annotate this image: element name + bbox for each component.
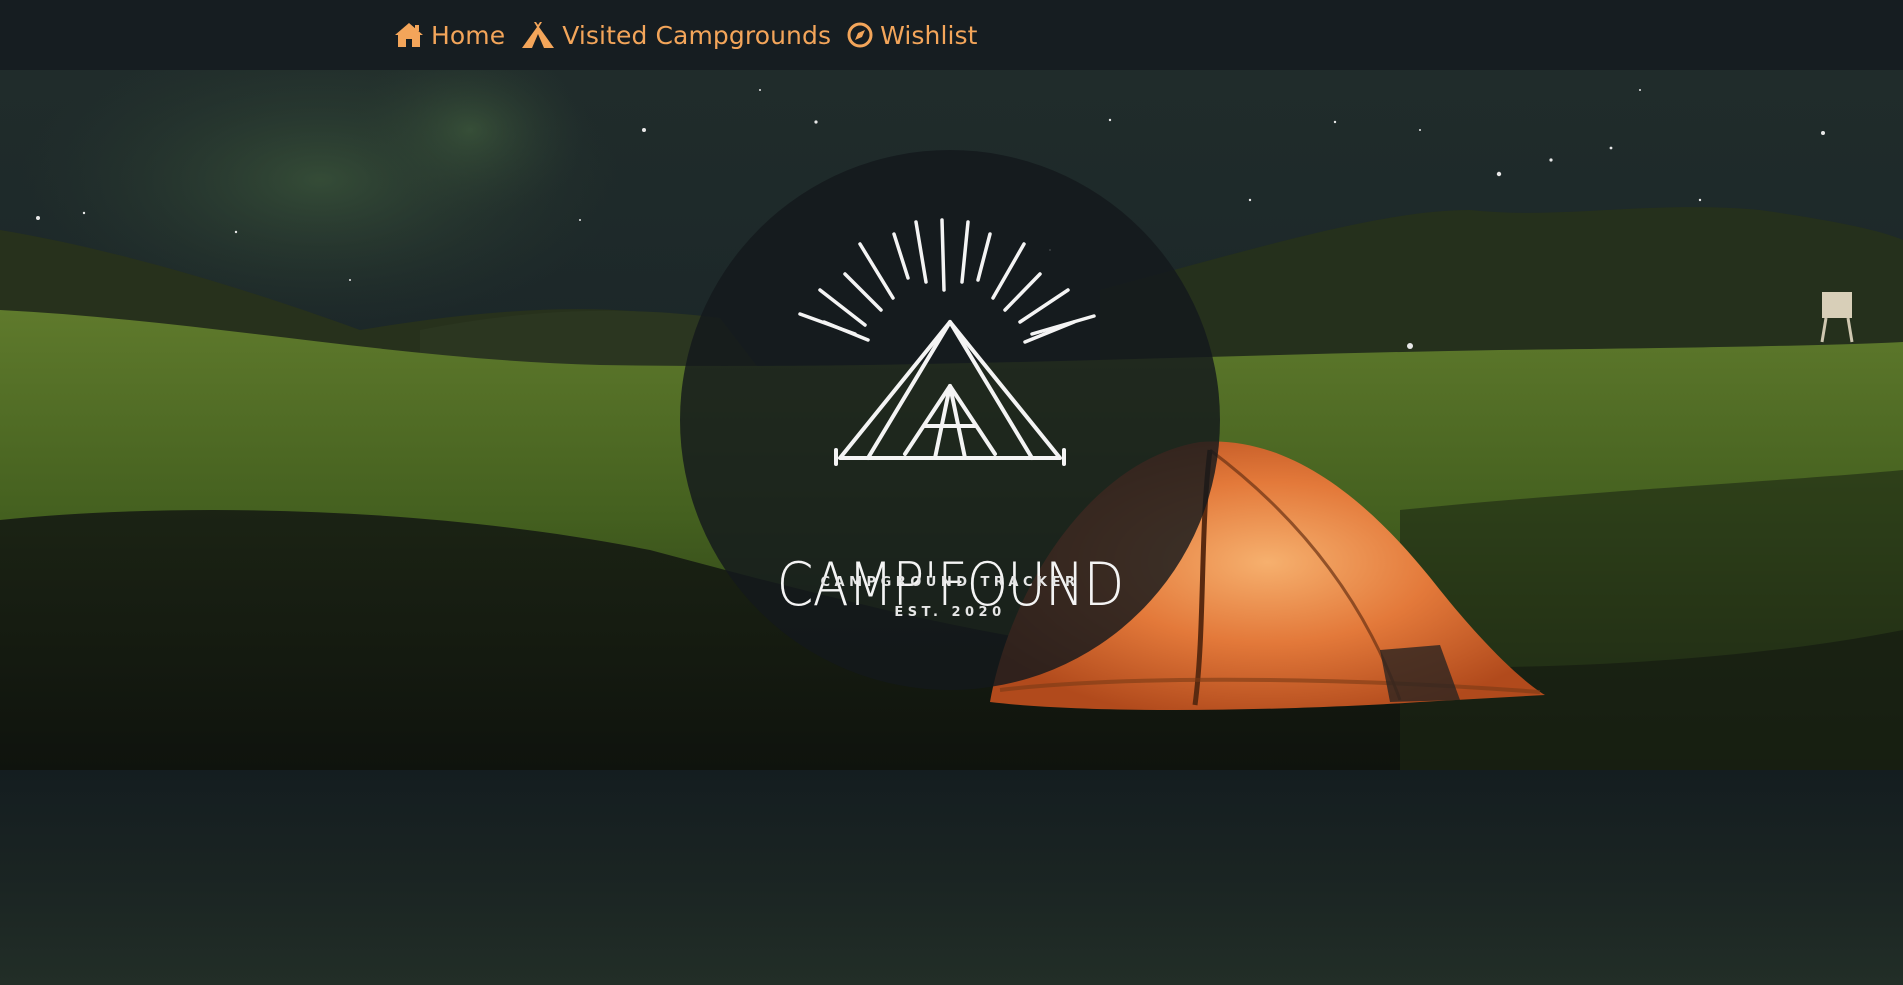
navbar: Home Visited Campgrounds Wishlist bbox=[0, 0, 1903, 70]
nav-home-link[interactable]: Home bbox=[394, 21, 505, 50]
page: Home Visited Campgrounds Wishlist CAMP'F… bbox=[0, 0, 1903, 985]
home-icon bbox=[395, 23, 423, 47]
nav-visited-link[interactable]: Visited Campgrounds bbox=[521, 21, 831, 50]
nav-wishlist-label: Wishlist bbox=[880, 20, 978, 50]
nav-wishlist-link[interactable]: Wishlist bbox=[847, 21, 978, 50]
main-content-area bbox=[0, 770, 1903, 985]
logo-established: EST. 2020 bbox=[894, 605, 1006, 620]
tent-icon bbox=[522, 22, 555, 48]
hero-banner: CAMP'FOUND CAMPGROUND TRACKER EST. 2020 bbox=[0, 70, 1903, 770]
nav-home-label: Home bbox=[431, 20, 506, 50]
logo-subtitle: CAMPGROUND TRACKER bbox=[820, 575, 1080, 590]
nav-visited-label: Visited Campgrounds bbox=[562, 20, 832, 50]
compass-icon bbox=[847, 22, 873, 48]
